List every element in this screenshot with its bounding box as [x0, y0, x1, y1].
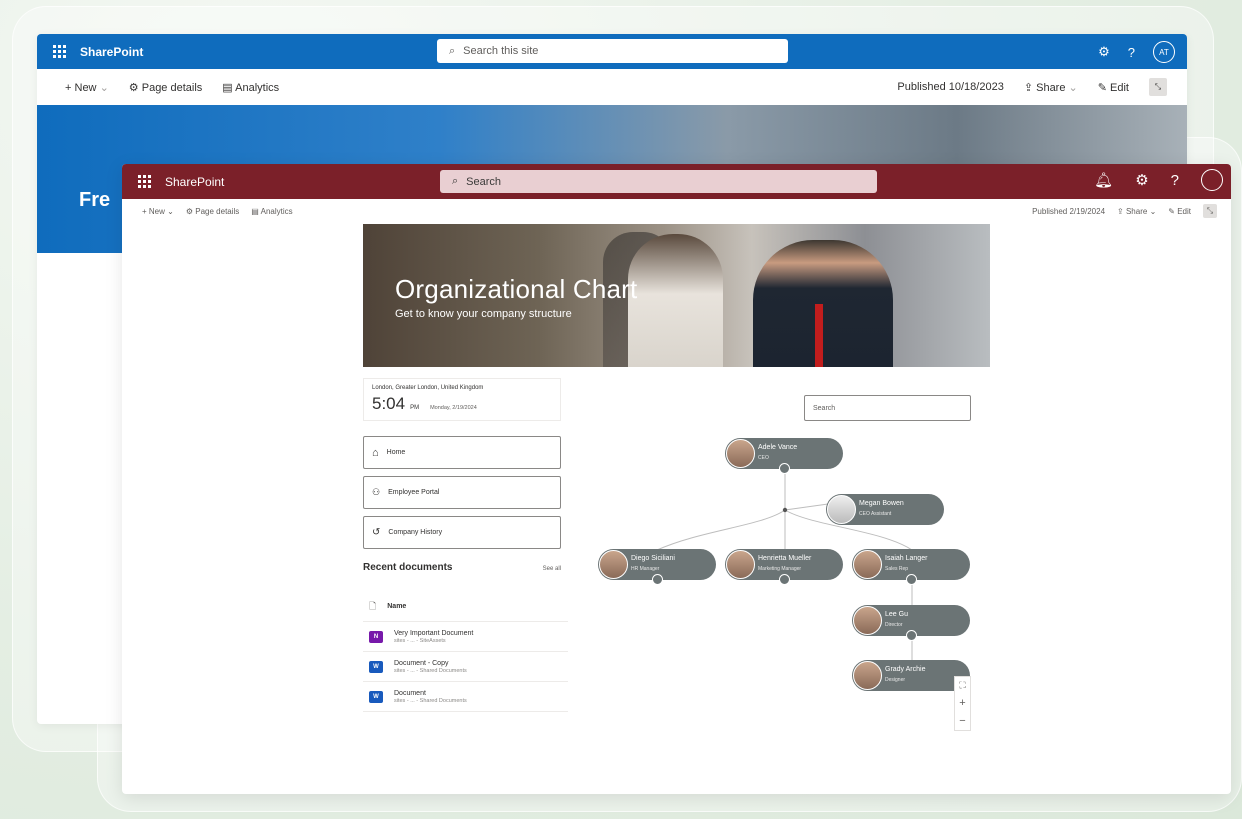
help-icon[interactable]: ? — [1128, 45, 1135, 60]
suite-bar: SharePoint ⌕ Search this site ⚙ ? AT — [37, 34, 1187, 69]
person-name: Adele Vance — [758, 444, 798, 451]
pencil-icon: ✎ — [1097, 81, 1107, 94]
person-title: CEO — [758, 455, 769, 461]
org-node[interactable]: Diego Siciliani HR Manager — [598, 549, 716, 585]
avatar — [827, 495, 856, 524]
person-name: Lee Gu — [885, 611, 908, 618]
org-chart-connectors — [656, 474, 913, 660]
zoom-out-button[interactable]: − — [959, 715, 965, 727]
org-node[interactable]: Adele Vance CEO — [725, 438, 843, 474]
search-icon: ⌕ — [449, 44, 456, 57]
avatar — [726, 550, 755, 579]
analytics-icon: ▤ — [222, 81, 233, 94]
page-details-button[interactable]: ⚙ Page details — [129, 81, 202, 94]
collapse-node-button[interactable] — [906, 630, 917, 641]
org-node[interactable]: Henrietta Mueller Marketing Manager — [725, 549, 843, 585]
person-name: Isaiah Langer — [885, 555, 928, 562]
person-name: Diego Siciliani — [631, 555, 675, 562]
person-title: Designer — [885, 677, 906, 683]
person-title: Marketing Manager — [758, 566, 802, 572]
org-node[interactable]: Lee Gu Director — [852, 605, 970, 641]
chevron-down-icon: ⌄ — [1068, 81, 1078, 94]
person-name: Grady Archie — [885, 666, 926, 673]
share-button[interactable]: ⇪ Share ⌄ — [1024, 81, 1078, 94]
org-node[interactable]: Isaiah Langer Sales Rep — [852, 549, 970, 585]
org-node[interactable]: Megan Bowen CEO Assistant — [826, 494, 944, 525]
chevron-down-icon: ⌄ — [99, 81, 109, 94]
collapse-icon[interactable]: ⤡ — [1149, 78, 1167, 96]
person-name: Megan Bowen — [859, 500, 904, 507]
command-bar: + New ⌄ ⚙ Page details ▤ Analytics Publi… — [37, 69, 1187, 105]
published-status: Published 10/18/2023 — [897, 81, 1004, 93]
avatar[interactable]: AT — [1153, 41, 1175, 63]
share-icon: ⇪ — [1023, 81, 1034, 94]
person-title: Sales Rep — [885, 566, 909, 572]
avatar — [853, 550, 882, 579]
avatar — [853, 661, 882, 690]
avatar — [599, 550, 628, 579]
person-title: HR Manager — [631, 566, 660, 572]
person-title: CEO Assistant — [859, 511, 892, 517]
edit-button[interactable]: ✎ Edit — [1098, 81, 1129, 94]
front-sharepoint-window: SharePoint ⌕ Search 🔔︎ ⚙ ? + New ⌄ ⚙ Pag… — [122, 164, 1231, 794]
gear-icon: ⚙ — [128, 81, 139, 94]
person-name: Henrietta Mueller — [758, 555, 812, 562]
hero-title: Fre — [79, 189, 111, 211]
analytics-button[interactable]: ▤ Analytics — [222, 81, 279, 94]
fit-to-screen-icon[interactable]: ⛶ — [959, 680, 965, 691]
app-launcher-icon[interactable] — [53, 45, 66, 58]
search-box[interactable]: ⌕ Search this site — [437, 39, 788, 63]
zoom-controls: ⛶ + − — [954, 676, 971, 731]
collapse-node-button[interactable] — [652, 574, 663, 585]
new-button[interactable]: + New ⌄ — [65, 81, 109, 94]
org-node[interactable]: Grady Archie Designer — [852, 660, 970, 691]
search-placeholder: Search this site — [463, 45, 539, 57]
person-title: Director — [885, 622, 903, 628]
settings-icon[interactable]: ⚙ — [1098, 44, 1110, 60]
collapse-node-button[interactable] — [906, 574, 917, 585]
app-name[interactable]: SharePoint — [80, 45, 143, 59]
avatar — [726, 439, 755, 468]
collapse-node-button[interactable] — [779, 574, 790, 585]
avatar — [853, 606, 882, 635]
plus-icon: + — [65, 81, 72, 94]
collapse-node-button[interactable] — [779, 463, 790, 474]
zoom-in-button[interactable]: + — [959, 697, 965, 709]
